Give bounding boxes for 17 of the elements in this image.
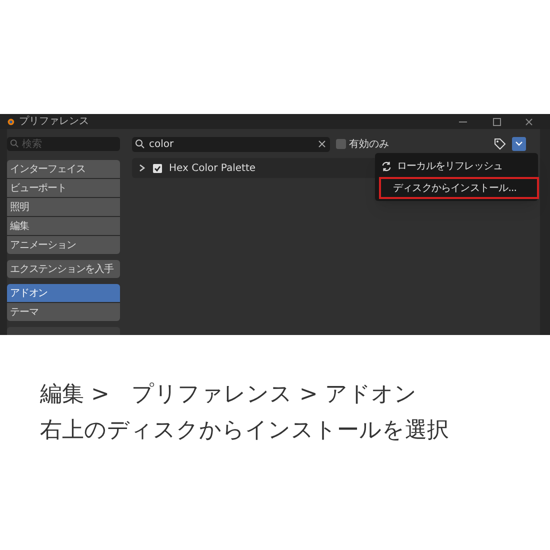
sidebar-item[interactable]: 照明 xyxy=(7,198,120,216)
addon-name: Hex Color Palette xyxy=(169,162,256,176)
search-field[interactable]: 検索 xyxy=(7,137,120,151)
sidebar-item[interactable]: インターフェイス xyxy=(7,160,120,178)
menu-item[interactable]: ローカルをリフレッシュ xyxy=(375,155,538,177)
checkbox-label: 有効のみ xyxy=(349,138,389,152)
menu-item[interactable]: ディスクからインストール... xyxy=(379,177,539,199)
sidebar-item[interactable]: 編集 xyxy=(7,217,120,235)
sidebar-item[interactable]: アニメーション xyxy=(7,236,120,254)
caption-text: 右上のディスクからインストールを選択 xyxy=(40,417,450,445)
sidebar-item[interactable]: テーマ xyxy=(7,303,120,321)
sidebar-item[interactable]: ビューポート xyxy=(7,179,120,197)
sidebar-item[interactable]: アドオン xyxy=(7,284,120,302)
window-title: プリファレンス xyxy=(19,116,89,126)
caption-text: 編集 > プリファレンス > アドオン xyxy=(40,381,418,409)
search-field[interactable]: color xyxy=(132,136,330,152)
sidebar-item[interactable]: エクステンションを入手 xyxy=(7,260,120,278)
